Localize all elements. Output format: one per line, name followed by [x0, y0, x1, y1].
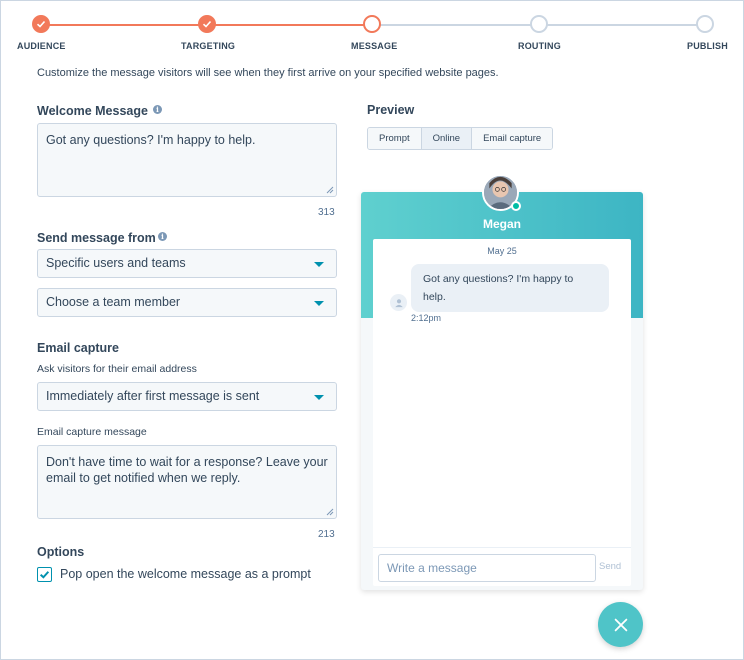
- step-message-dot[interactable]: [363, 15, 381, 33]
- email-capture-title: Email capture: [37, 341, 119, 355]
- message-timestamp: 2:12pm: [411, 313, 442, 323]
- step-routing-dot[interactable]: [530, 15, 548, 33]
- welcome-char-counter: 313: [318, 207, 335, 218]
- chat-preview-widget: Megan May 25 Got any questions? I'm happ…: [361, 174, 643, 590]
- chevron-down-icon: [314, 395, 324, 400]
- info-icon[interactable]: i: [153, 105, 162, 114]
- chat-close-button[interactable]: [598, 602, 643, 647]
- message-input[interactable]: Write a message: [378, 554, 596, 582]
- chevron-down-icon: [314, 301, 324, 306]
- chat-composer: Write a message Send: [373, 547, 631, 586]
- chevron-down-icon: [314, 262, 324, 267]
- tab-email-capture[interactable]: Email capture: [472, 128, 553, 149]
- user-avatar-icon: [390, 294, 407, 311]
- step-routing-label[interactable]: ROUTING: [518, 41, 561, 51]
- email-message-textarea[interactable]: Don't have time to wait for a response? …: [37, 445, 337, 519]
- send-from-title: Send message from: [37, 231, 156, 245]
- preview-title: Preview: [367, 103, 415, 117]
- check-icon: [36, 20, 46, 28]
- progress-stepper: AUDIENCE TARGETING MESSAGE ROUTING PUBLI…: [1, 1, 744, 61]
- info-icon[interactable]: i: [158, 232, 167, 241]
- send-button[interactable]: Send: [599, 561, 621, 572]
- email-message-label: Email capture message: [37, 426, 147, 438]
- step-targeting-label[interactable]: TARGETING: [181, 41, 235, 51]
- check-icon: [39, 571, 50, 579]
- email-timing-value: Immediately after first message is sent: [46, 389, 260, 403]
- preview-tabs: Prompt Online Email capture: [367, 127, 554, 150]
- chat-body: May 25 Got any questions? I'm happy to h…: [373, 239, 631, 586]
- step-publish-dot[interactable]: [696, 15, 714, 33]
- tab-prompt[interactable]: Prompt: [368, 128, 422, 149]
- online-status-dot: [511, 201, 521, 211]
- send-from-select[interactable]: Specific users and teams: [37, 249, 337, 278]
- step-publish-label[interactable]: PUBLISH: [687, 41, 728, 51]
- welcome-message-textarea[interactable]: Got any questions? I'm happy to help.: [37, 123, 337, 197]
- options-title: Options: [37, 545, 85, 559]
- team-member-select[interactable]: Choose a team member: [37, 288, 337, 317]
- chat-date: May 25: [487, 246, 517, 256]
- message-settings-page: AUDIENCE TARGETING MESSAGE ROUTING PUBLI…: [0, 0, 744, 660]
- step-message-label[interactable]: MESSAGE: [351, 41, 397, 51]
- intro-text: Customize the message visitors will see …: [37, 67, 499, 79]
- agent-name: Megan: [482, 217, 521, 231]
- team-member-value: Choose a team member: [46, 295, 181, 309]
- resize-grip-icon[interactable]: [326, 186, 334, 194]
- step-audience-dot[interactable]: [32, 15, 50, 33]
- popup-checkbox[interactable]: [37, 567, 52, 582]
- welcome-message-title: Welcome Message: [37, 104, 148, 118]
- close-icon: [614, 618, 627, 631]
- check-icon: [202, 20, 212, 28]
- popup-checkbox-label[interactable]: Pop open the welcome message as a prompt: [60, 567, 311, 581]
- ask-email-label: Ask visitors for their email address: [37, 363, 197, 375]
- welcome-message-value: Got any questions? I'm happy to help.: [46, 133, 256, 147]
- chat-message-bubble: Got any questions? I'm happy to help.: [411, 264, 609, 312]
- email-message-value: Don't have time to wait for a response? …: [46, 455, 328, 485]
- step-targeting-dot[interactable]: [198, 15, 216, 33]
- send-from-value: Specific users and teams: [46, 256, 186, 270]
- tab-online[interactable]: Online: [421, 128, 473, 149]
- email-timing-select[interactable]: Immediately after first message is sent: [37, 382, 337, 411]
- step-audience-label[interactable]: AUDIENCE: [17, 41, 66, 51]
- resize-grip-icon[interactable]: [326, 508, 334, 516]
- email-char-counter: 213: [318, 529, 335, 540]
